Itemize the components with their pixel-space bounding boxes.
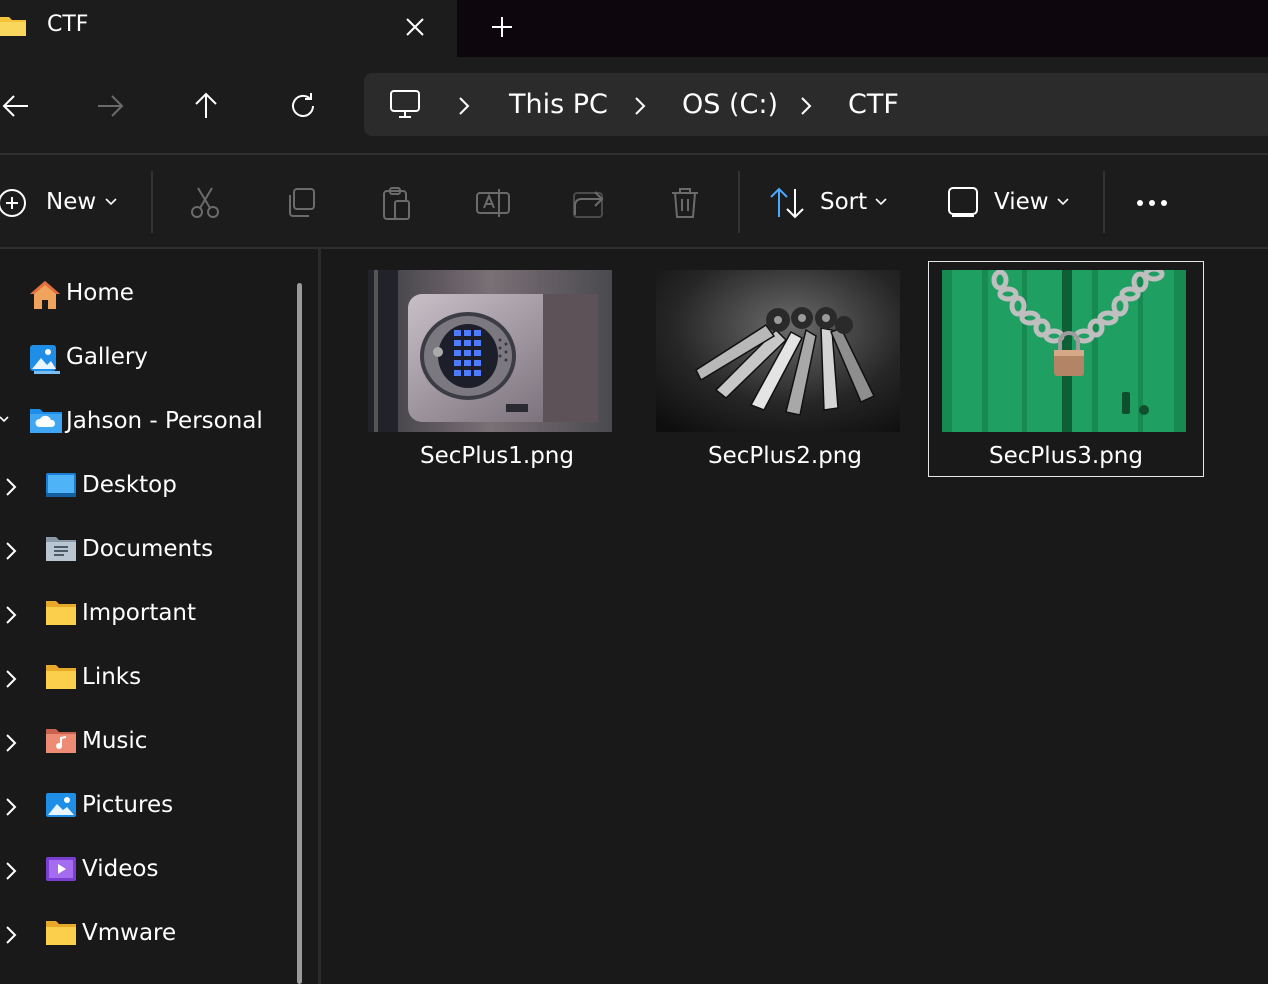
arrow-up-icon[interactable] — [185, 85, 227, 127]
chevron-down-icon — [1056, 195, 1070, 209]
sidebar-item-music[interactable]: Music — [0, 715, 290, 771]
pictures-folder-icon — [46, 793, 76, 817]
address-bar[interactable]: This PC OS (C:) CTF — [364, 73, 1268, 136]
tab-title: CTF — [47, 12, 89, 37]
chevron-right-icon[interactable] — [630, 95, 650, 117]
chevron-right-icon[interactable] — [796, 95, 816, 117]
chevron-right-icon[interactable] — [4, 477, 18, 497]
home-icon — [28, 279, 62, 311]
title-bar: CTF — [0, 0, 1268, 57]
arrow-right-icon[interactable] — [90, 85, 132, 127]
sidebar-item-desktop[interactable]: Desktop — [0, 459, 290, 515]
sidebar-item-label: Music — [82, 728, 148, 754]
folder-icon — [0, 14, 26, 36]
sidebar-scrollbar[interactable] — [297, 283, 302, 984]
keys-photo — [656, 270, 900, 432]
cut-icon[interactable] — [187, 185, 223, 221]
view-label: View — [994, 189, 1049, 215]
chevron-down-icon — [104, 195, 118, 209]
sidebar-item-documents[interactable]: Documents — [0, 523, 290, 579]
chevron-right-icon[interactable] — [4, 605, 18, 625]
new-label: New — [46, 189, 97, 215]
sort-icon — [768, 185, 806, 221]
separator — [1103, 171, 1105, 233]
command-bar: New Sort View — [0, 155, 1268, 247]
chevron-right-icon[interactable] — [4, 541, 18, 561]
sidebar-item-label: Gallery — [66, 344, 148, 370]
sidebar-item-label: Pictures — [82, 792, 174, 818]
new-button[interactable]: New — [0, 181, 130, 223]
chevron-right-icon[interactable] — [4, 925, 18, 945]
file-view: SecPlus1.png SecPlus2.png SecPlus3.png — [321, 249, 1268, 984]
separator — [151, 171, 153, 233]
navigation-bar: This PC OS (C:) CTF — [0, 57, 1268, 153]
copy-icon[interactable] — [283, 185, 319, 221]
refresh-icon[interactable] — [282, 85, 324, 127]
sidebar-item-gallery[interactable]: Gallery — [0, 331, 290, 387]
separator — [738, 171, 740, 233]
view-icon — [946, 185, 980, 219]
chevron-right-icon[interactable] — [4, 669, 18, 689]
videos-folder-icon — [46, 857, 76, 881]
file-item-secplus2[interactable]: SecPlus2.png — [647, 261, 923, 477]
close-icon[interactable] — [398, 10, 432, 44]
plus-circle-icon — [0, 187, 28, 219]
sidebar-item-pictures[interactable]: Pictures — [0, 779, 290, 835]
plus-icon[interactable] — [485, 10, 519, 44]
delete-icon[interactable] — [667, 185, 703, 221]
chevron-right-icon[interactable] — [4, 861, 18, 881]
file-item-secplus1[interactable]: SecPlus1.png — [359, 261, 635, 477]
sort-label: Sort — [820, 189, 868, 215]
onedrive-folder-icon — [30, 407, 62, 433]
file-name: SecPlus1.png — [420, 443, 574, 469]
documents-folder-icon — [46, 537, 76, 561]
arrow-left-icon[interactable] — [0, 85, 38, 127]
chevron-down-icon — [874, 195, 888, 209]
sidebar-item-label: Desktop — [82, 472, 177, 498]
share-icon[interactable] — [571, 185, 607, 221]
sort-button[interactable]: Sort — [768, 181, 898, 223]
sidebar-item-label: Documents — [82, 536, 214, 562]
sidebar-item-label: Links — [82, 664, 142, 690]
breadcrumb-os-c[interactable]: OS (C:) — [682, 89, 778, 120]
chevron-down-icon[interactable] — [0, 413, 10, 429]
sidebar-item-vmware[interactable]: Vmware — [0, 907, 290, 963]
keypad-safe-photo — [368, 270, 612, 432]
file-name: SecPlus2.png — [708, 443, 862, 469]
view-button[interactable]: View — [944, 181, 1074, 223]
sidebar-item-label: Home — [66, 280, 134, 306]
monitor-icon[interactable] — [388, 87, 422, 121]
sidebar-item-label: Important — [82, 600, 197, 626]
sidebar-item-videos[interactable]: Videos — [0, 843, 290, 899]
breadcrumb-ctf[interactable]: CTF — [848, 89, 899, 120]
chevron-right-icon[interactable] — [4, 733, 18, 753]
sidebar-item-label: Videos — [82, 856, 159, 882]
more-icon[interactable] — [1134, 185, 1170, 221]
folder-icon — [46, 665, 76, 689]
chevron-right-icon[interactable] — [4, 797, 18, 817]
music-folder-icon — [46, 729, 76, 753]
paste-icon[interactable] — [379, 185, 415, 221]
sidebar-item-links[interactable]: Links — [0, 651, 290, 707]
sidebar-item-important[interactable]: Important — [0, 587, 290, 643]
desktop-folder-icon — [46, 473, 76, 497]
tab-ctf[interactable]: CTF — [0, 0, 457, 57]
navigation-pane: Home Gallery Jahson - Personal Desktop D… — [0, 249, 318, 984]
rename-icon[interactable] — [475, 185, 511, 221]
file-name: SecPlus3.png — [989, 443, 1143, 469]
file-item-secplus3[interactable]: SecPlus3.png — [928, 261, 1204, 477]
sidebar-item-home[interactable]: Home — [0, 267, 290, 323]
sidebar-item-label: Vmware — [82, 920, 177, 946]
folder-icon — [46, 921, 76, 945]
gallery-icon — [28, 341, 62, 375]
padlock-chain-green-door-photo — [942, 270, 1186, 432]
sidebar-item-label: Jahson - Personal — [66, 408, 263, 434]
breadcrumb-this-pc[interactable]: This PC — [509, 89, 608, 120]
chevron-right-icon[interactable] — [454, 95, 474, 117]
folder-icon — [46, 601, 76, 625]
sidebar-item-jahson-personal[interactable]: Jahson - Personal — [0, 395, 290, 451]
